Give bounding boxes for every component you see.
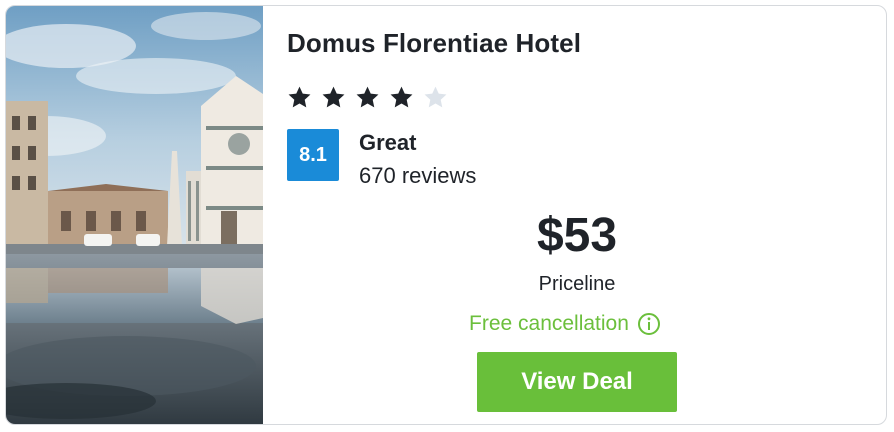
score-badge: 8.1 [287, 129, 339, 181]
star-icon [322, 86, 345, 108]
hotel-info: Domus Florentiae Hotel 8.1 Great 670 rev… [263, 6, 886, 424]
star-icon-empty [424, 86, 447, 108]
info-circle-icon[interactable] [637, 312, 661, 336]
star-rating [287, 85, 448, 110]
hotel-card[interactable]: Domus Florentiae Hotel 8.1 Great 670 rev… [5, 5, 887, 425]
price[interactable]: $53 [477, 208, 677, 263]
hotel-name[interactable]: Domus Florentiae Hotel [287, 28, 581, 59]
reviews-count[interactable]: 670 reviews [359, 163, 476, 189]
rating-label: Great [359, 130, 417, 155]
star-icon [390, 86, 413, 108]
hotel-image [6, 6, 263, 424]
free-cancellation-label: Free cancellation [469, 312, 629, 335]
hotel-photo[interactable] [6, 6, 263, 424]
star-icon [288, 86, 311, 108]
provider-name: Priceline [538, 273, 616, 295]
view-deal-button[interactable]: View Deal [477, 352, 677, 412]
free-cancellation: Free cancellation [469, 312, 661, 336]
star-icon [356, 86, 379, 108]
